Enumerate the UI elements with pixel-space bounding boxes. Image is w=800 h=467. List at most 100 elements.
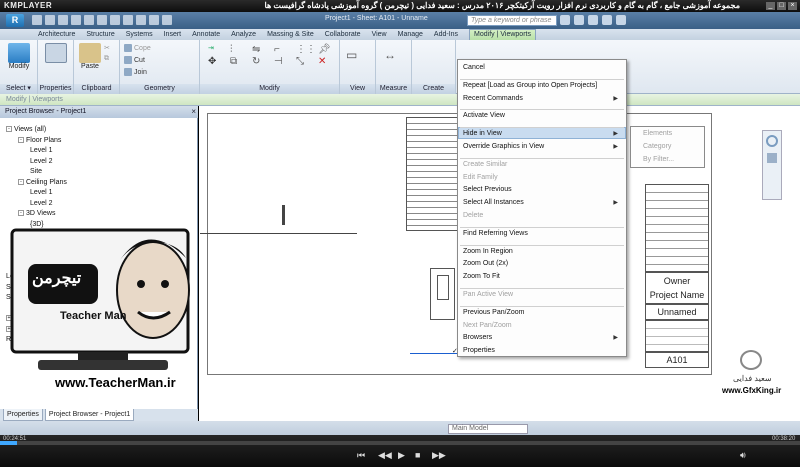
tab-insert[interactable]: Insert — [164, 31, 182, 38]
copy-icon[interactable]: ⧉ — [104, 55, 109, 63]
tree-item[interactable]: Level 1 — [30, 147, 53, 154]
print-icon[interactable] — [84, 15, 94, 25]
open-icon[interactable] — [32, 15, 42, 25]
close-icon[interactable]: × — [788, 2, 797, 10]
menu-item[interactable]: Pan Active View — [463, 291, 623, 298]
menu-item[interactable]: Override Graphics in View ▶ — [463, 143, 623, 150]
communication-icon[interactable] — [588, 15, 598, 25]
help-icon[interactable] — [616, 15, 626, 25]
tree-item[interactable]: Level 1 — [30, 189, 53, 196]
undo-icon[interactable] — [58, 15, 68, 25]
tree-toggle-icon[interactable]: - — [6, 126, 12, 133]
steering-wheel-icon[interactable] — [766, 135, 778, 147]
close-icon[interactable]: × — [191, 107, 196, 116]
cut-icon[interactable]: ✂ — [104, 44, 110, 52]
volume-icon[interactable]: 🔊︎ — [740, 450, 746, 461]
redo-icon[interactable] — [71, 15, 81, 25]
menu-item[interactable]: Repeat [Load as Group into Open Projects… — [463, 82, 623, 89]
tree-toggle-icon[interactable]: - — [18, 136, 24, 143]
save-icon[interactable] — [45, 15, 55, 25]
measure-icon[interactable] — [97, 15, 107, 25]
binoculars-icon[interactable] — [560, 15, 570, 25]
maximize-icon[interactable]: □ — [777, 2, 786, 10]
tree-item[interactable]: - Views (all) — [6, 126, 46, 133]
menu-item[interactable]: Browsers ▶ — [463, 334, 623, 341]
join-button[interactable]: Join — [124, 68, 147, 76]
tab-annotate[interactable]: Annotate — [192, 31, 220, 38]
tree-item[interactable]: Level 2 — [30, 200, 53, 207]
pin-icon[interactable]: 📌︎ — [318, 44, 331, 55]
submenu-elements[interactable]: Elements — [643, 130, 672, 137]
subscription-icon[interactable] — [574, 15, 584, 25]
tab-massing-site[interactable]: Massing & Site — [267, 31, 314, 38]
tab-structure[interactable]: Structure — [86, 31, 114, 38]
menu-item[interactable]: Zoom To Fit — [463, 273, 623, 280]
menu-item[interactable]: Cancel — [463, 64, 623, 71]
menu-item[interactable]: Delete — [463, 212, 623, 219]
tab-systems[interactable]: Systems — [126, 31, 153, 38]
menu-item[interactable]: Select Previous — [463, 186, 623, 193]
tree-item[interactable]: - Floor Plans — [18, 137, 61, 144]
tab-view[interactable]: View — [372, 31, 387, 38]
tree-toggle-icon[interactable]: - — [18, 210, 24, 217]
seek-bar[interactable] — [0, 441, 800, 445]
tab-analyze[interactable]: Analyze — [231, 31, 256, 38]
close-windows-icon[interactable] — [162, 15, 172, 25]
split-icon[interactable]: ⊣ — [274, 56, 283, 67]
tab-add-ins[interactable]: Add-Ins — [434, 31, 458, 38]
submenu-by-filter[interactable]: By Filter... — [643, 156, 674, 163]
rewind-icon[interactable]: ◀◀ — [378, 450, 392, 461]
tab-modify-viewports[interactable]: Modify | Viewports — [469, 29, 536, 40]
tree-item[interactable]: -3D Views — [18, 210, 55, 217]
previous-icon[interactable]: ⏮ — [357, 450, 365, 461]
search-input[interactable]: Type a keyword or phrase — [467, 15, 557, 26]
delete-icon[interactable]: ✕ — [318, 56, 326, 67]
menu-item[interactable]: Next Pan/Zoom — [463, 322, 623, 329]
view-icon[interactable]: ▭ — [346, 48, 357, 62]
submenu-category[interactable]: Category — [643, 143, 671, 150]
zoom-icon[interactable] — [767, 153, 777, 163]
measure-icon-ribbon[interactable]: ↔ — [384, 48, 396, 62]
tab-project-browser[interactable]: Project Browser - Project1 — [44, 409, 135, 421]
tree-item[interactable]: Level 2 — [30, 158, 53, 165]
tab-manage[interactable]: Manage — [398, 31, 423, 38]
favorites-icon[interactable] — [602, 15, 612, 25]
menu-item[interactable]: Edit Family — [463, 174, 623, 181]
menu-item[interactable]: Activate View — [463, 112, 623, 119]
forward-icon[interactable]: ▶▶ — [432, 450, 446, 461]
play-icon[interactable]: ▶ — [398, 450, 405, 461]
model-selector[interactable]: Main Model — [448, 424, 528, 434]
modify-button[interactable]: Modify — [7, 43, 31, 73]
move-icon[interactable]: ✥ — [208, 56, 216, 67]
cut-button[interactable]: Cut — [124, 56, 145, 64]
mirror-icon[interactable]: ⇋ — [252, 44, 260, 55]
3d-icon[interactable] — [123, 15, 133, 25]
menu-item[interactable]: Create Similar — [463, 161, 623, 168]
text-icon[interactable] — [110, 15, 120, 25]
tab-architecture[interactable]: Architecture — [38, 31, 75, 38]
rotate-icon[interactable]: ↻ — [252, 56, 260, 67]
cope-button[interactable]: Cope — [124, 44, 151, 52]
tree-toggle-icon[interactable]: - — [18, 178, 24, 185]
application-menu-button[interactable]: R — [6, 14, 24, 27]
section-icon[interactable] — [136, 15, 146, 25]
menu-item[interactable]: Zoom Out (2x) — [463, 260, 623, 267]
trim-icon[interactable]: ⌐ — [274, 44, 280, 55]
menu-item[interactable]: Zoom In Region — [463, 248, 623, 255]
stop-icon[interactable]: ■ — [415, 450, 420, 460]
tree-item[interactable]: Site — [30, 168, 42, 175]
thin-lines-icon[interactable] — [149, 15, 159, 25]
menu-item[interactable]: Find Referring Views — [463, 230, 623, 237]
navigation-bar[interactable] — [762, 130, 782, 200]
array-icon[interactable]: ⋮⋮ — [296, 44, 316, 55]
panel-select-label[interactable]: Select ▾ — [0, 84, 37, 94]
menu-item[interactable]: Recent Commands ▶ — [463, 95, 623, 102]
paste-button[interactable]: Paste — [78, 43, 102, 73]
menu-item[interactable]: Previous Pan/Zoom — [463, 309, 623, 316]
align-icon[interactable]: ⇥ — [208, 44, 214, 52]
offset-icon[interactable]: ⫶ — [230, 44, 233, 55]
tab-collaborate[interactable]: Collaborate — [325, 31, 361, 38]
copy-element-icon[interactable]: ⧉ — [230, 56, 237, 67]
menu-item[interactable]: Hide in View ▶ — [463, 130, 623, 137]
menu-item[interactable]: ✓ Properties — [452, 347, 623, 355]
